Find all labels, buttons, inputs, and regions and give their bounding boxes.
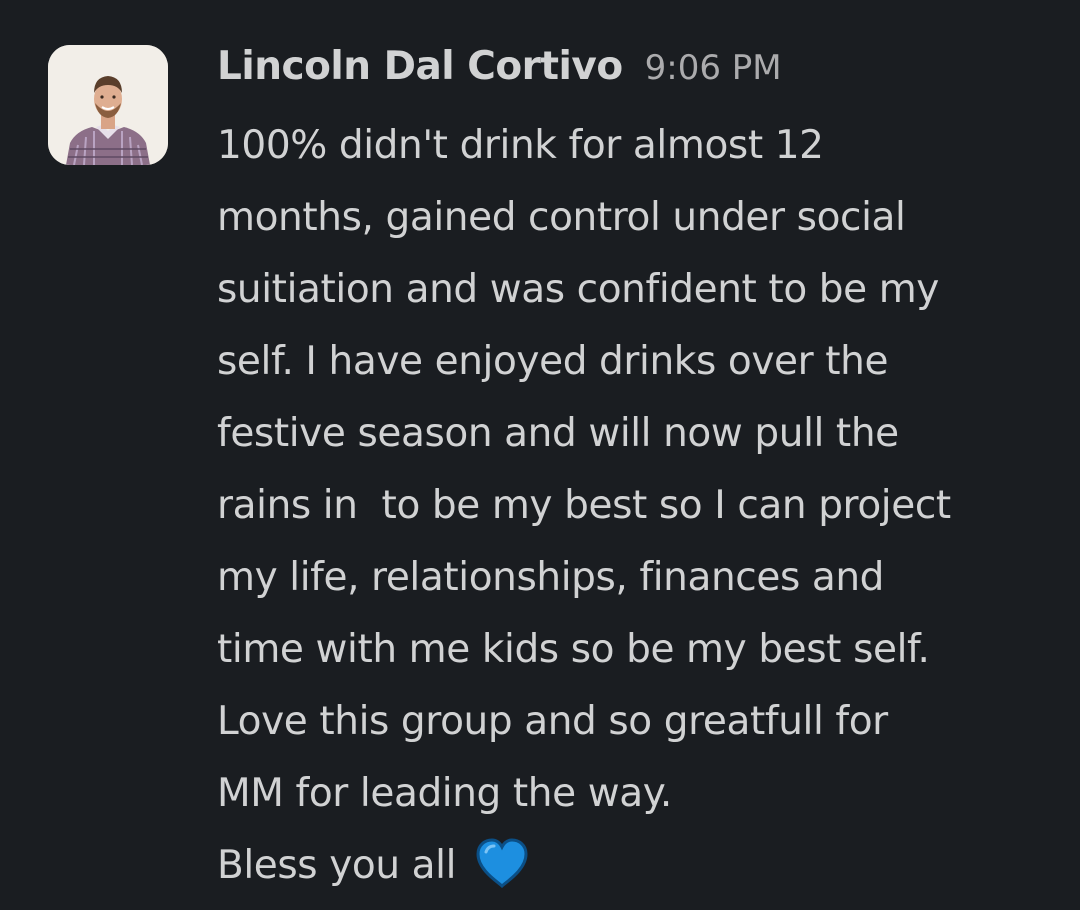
message-line-text: Bless you all [217,843,469,888]
message-line-last: Bless you all [217,830,1057,902]
avatar[interactable] [48,45,168,165]
message-line: rains in to be my best so I can project [217,483,951,528]
message-line: 100% didn't drink for almost 12 [217,123,824,168]
message-line: MM for leading the way. [217,771,672,816]
message-line: months, gained control under social [217,195,906,240]
avatar-photo [48,45,168,165]
message-line: self. I have enjoyed drinks over the [217,339,889,384]
message-body: 100% didn't drink for almost 12 months, … [217,110,1057,902]
message-line: Love this group and so greatfull for [217,699,888,744]
message-line: festive season and will now pull the [217,411,899,456]
message-header: Lincoln Dal Cortivo 9:06 PM [217,44,782,89]
sender-name[interactable]: Lincoln Dal Cortivo [217,44,623,89]
message-line: time with me kids so be my best self. [217,627,930,672]
message-line: suitiation and was confident to be my [217,267,939,312]
blue-heart-icon [476,838,528,889]
chat-message: Lincoln Dal Cortivo 9:06 PM 100% didn't … [0,0,1080,910]
message-timestamp[interactable]: 9:06 PM [645,48,782,88]
message-line: my life, relationships, finances and [217,555,885,600]
